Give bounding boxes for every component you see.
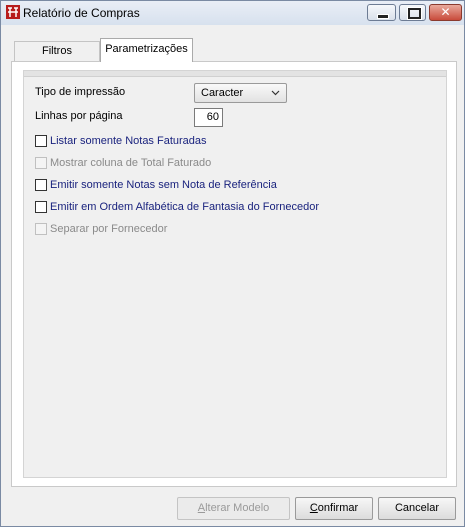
print-type-label: Tipo de impressão [35, 86, 126, 98]
confirmar-mnemonic: C [309, 502, 318, 514]
report-window: Relatório de Compras ✕ Filtros Parametri… [0, 0, 465, 527]
maximize-button[interactable] [399, 4, 426, 21]
checkbox-box[interactable] [35, 135, 47, 147]
tab-filtros-label: Filtros [42, 45, 72, 57]
minimize-button[interactable] [367, 4, 396, 21]
tab-parametrizacoes-label: Parametrizações [105, 43, 188, 55]
checkbox-box[interactable] [35, 179, 47, 191]
lines-per-page-input[interactable]: 60 [194, 108, 223, 127]
checkbox-label: Emitir em Ordem Alfabética de Fantasia d… [50, 201, 320, 213]
tab-parametrizacoes[interactable]: Parametrizações [100, 38, 193, 62]
confirmar-button[interactable]: Confirmar [295, 497, 373, 520]
checkbox-box[interactable] [35, 201, 47, 213]
checkbox-label: Listar somente Notas Faturadas [50, 135, 207, 147]
group-header-bar [24, 71, 446, 77]
close-button[interactable]: ✕ [429, 4, 462, 21]
tab-panel: Tipo de impressão Caracter Linhas por pá… [11, 61, 457, 487]
checkbox-label: Mostrar coluna de Total Faturado [50, 157, 212, 169]
tab-filtros[interactable]: Filtros [14, 41, 100, 61]
close-icon: ✕ [440, 5, 451, 19]
lines-per-page-label: Linhas por página [35, 110, 123, 122]
settings-group: Tipo de impressão Caracter Linhas por pá… [23, 70, 447, 478]
checkbox-box [35, 157, 47, 169]
cancelar-button[interactable]: Cancelar [378, 497, 456, 520]
alterar-mnemonic: A [197, 502, 206, 514]
chevron-down-icon [271, 90, 280, 96]
window-title: Relatório de Compras [23, 6, 140, 20]
app-logo-icon [6, 5, 20, 19]
alterar-label: lterar Modelo [205, 502, 270, 514]
alterar-modelo-button: Alterar Modelo [177, 497, 290, 520]
checkbox-label: Separar por Fornecedor [50, 223, 168, 235]
checkbox-label: Emitir somente Notas sem Nota de Referên… [50, 179, 277, 191]
print-type-select[interactable]: Caracter [194, 83, 287, 103]
checkbox-box [35, 223, 47, 235]
confirmar-label: onfirmar [317, 502, 359, 514]
cancelar-label: Cancelar [394, 502, 440, 514]
print-type-value: Caracter [201, 87, 244, 99]
title-bar[interactable]: Relatório de Compras ✕ [1, 1, 464, 25]
